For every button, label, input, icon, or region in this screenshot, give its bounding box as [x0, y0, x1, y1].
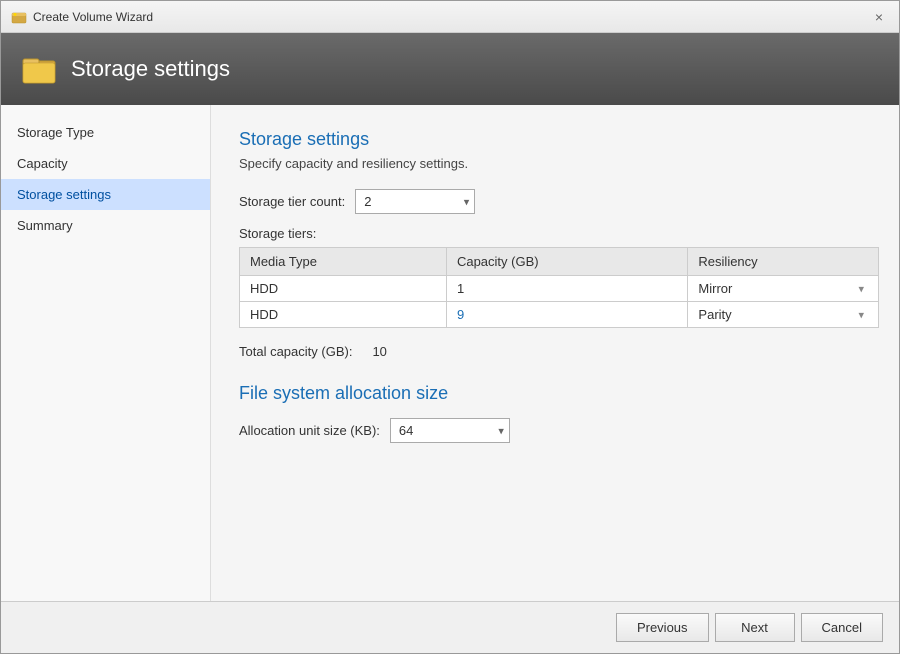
section-title: Storage settings: [239, 129, 871, 150]
storage-tiers-label: Storage tiers:: [239, 226, 871, 241]
row1-media-type: HDD: [240, 276, 447, 302]
tier-count-select[interactable]: 2 1 3 4: [355, 189, 475, 214]
sidebar-item-storage-type[interactable]: Storage Type: [1, 117, 210, 148]
row2-resiliency-wrapper: Parity Mirror Simple: [698, 307, 868, 322]
row2-capacity-input[interactable]: [457, 307, 517, 322]
table-row: HDD Parity Mirror Simple: [240, 302, 879, 328]
previous-button[interactable]: Previous: [616, 613, 709, 642]
sidebar-label-capacity: Capacity: [17, 156, 68, 171]
table-row: HDD Mirror Parity Simple: [240, 276, 879, 302]
tier-count-select-wrapper: 2 1 3 4: [355, 189, 475, 214]
allocation-label: Allocation unit size (KB):: [239, 423, 380, 438]
title-bar-left: Create Volume Wizard: [11, 9, 153, 25]
sidebar-label-summary: Summary: [17, 218, 73, 233]
header: Storage settings: [1, 33, 899, 105]
tiers-table: Media Type Capacity (GB) Resiliency HDD: [239, 247, 879, 328]
row2-resiliency-select[interactable]: Parity Mirror Simple: [698, 307, 868, 322]
close-button[interactable]: ×: [869, 7, 889, 27]
row1-resiliency-wrapper: Mirror Parity Simple: [698, 281, 868, 296]
col-header-resiliency: Resiliency: [688, 248, 879, 276]
create-volume-wizard: Create Volume Wizard × Storage settings …: [0, 0, 900, 654]
col-header-capacity: Capacity (GB): [446, 248, 687, 276]
row1-resiliency: Mirror Parity Simple: [688, 276, 879, 302]
tier-count-row: Storage tier count: 2 1 3 4: [239, 189, 871, 214]
next-button[interactable]: Next: [715, 613, 795, 642]
footer: Previous Next Cancel: [1, 601, 899, 653]
total-capacity-value: 10: [372, 344, 386, 359]
title-bar-text: Create Volume Wizard: [33, 10, 153, 24]
wizard-icon: [11, 9, 27, 25]
allocation-select-wrapper: 4 8 16 32 64 128 256 512: [390, 418, 510, 443]
header-folder-icon: [21, 51, 57, 87]
sidebar-label-storage-settings: Storage settings: [17, 187, 111, 202]
sidebar-label-storage-type: Storage Type: [17, 125, 94, 140]
row2-media-type: HDD: [240, 302, 447, 328]
row1-resiliency-select[interactable]: Mirror Parity Simple: [698, 281, 868, 296]
sidebar-item-summary[interactable]: Summary: [1, 210, 210, 241]
section-subtitle: Specify capacity and resiliency settings…: [239, 156, 871, 171]
main-content: Storage settings Specify capacity and re…: [211, 105, 899, 601]
allocation-select[interactable]: 4 8 16 32 64 128 256 512: [390, 418, 510, 443]
header-title: Storage settings: [71, 56, 230, 82]
title-bar: Create Volume Wizard ×: [1, 1, 899, 33]
file-system-title: File system allocation size: [239, 383, 871, 404]
sidebar-item-capacity[interactable]: Capacity: [1, 148, 210, 179]
sidebar-item-storage-settings[interactable]: Storage settings: [1, 179, 210, 210]
content-area: Storage Type Capacity Storage settings S…: [1, 105, 899, 601]
allocation-row: Allocation unit size (KB): 4 8 16 32 64 …: [239, 418, 871, 443]
total-capacity-row: Total capacity (GB): 10: [239, 344, 871, 359]
row2-resiliency: Parity Mirror Simple: [688, 302, 879, 328]
total-capacity-label: Total capacity (GB):: [239, 344, 352, 359]
row1-capacity: [446, 276, 687, 302]
tier-count-label: Storage tier count:: [239, 194, 345, 209]
cancel-button[interactable]: Cancel: [801, 613, 883, 642]
col-header-media-type: Media Type: [240, 248, 447, 276]
row1-capacity-input[interactable]: [457, 281, 517, 296]
sidebar: Storage Type Capacity Storage settings S…: [1, 105, 211, 601]
row2-capacity: [446, 302, 687, 328]
